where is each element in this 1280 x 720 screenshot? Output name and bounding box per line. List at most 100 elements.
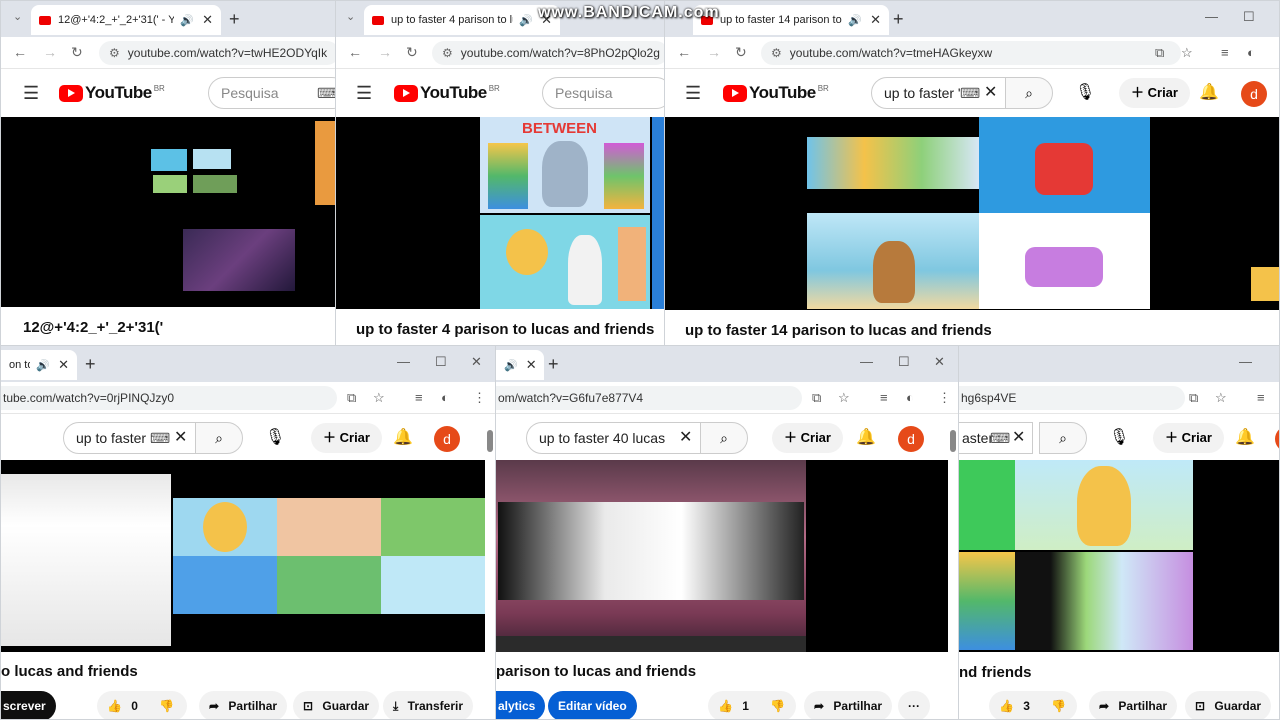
video-player[interactable] bbox=[1, 117, 335, 307]
minimize-button[interactable]: — bbox=[397, 354, 410, 369]
url-field[interactable]: tube.com/watch?v=0rjPINQJzy0 bbox=[1, 386, 337, 410]
new-tab-button[interactable]: + bbox=[229, 9, 240, 30]
close-tab-icon[interactable]: ✕ bbox=[58, 357, 69, 373]
create-button[interactable]: ＋ Criar bbox=[772, 423, 843, 453]
speaker-icon[interactable]: 🔊 bbox=[519, 14, 533, 27]
url-field[interactable]: hg6sp4VE bbox=[959, 386, 1185, 410]
url-field[interactable]: ⚙ youtube.com/watch?v=tmeHAGkeyxw bbox=[761, 41, 1181, 65]
menu-icon[interactable]: ☰ bbox=[685, 83, 701, 104]
maximize-button[interactable]: ☐ bbox=[435, 354, 447, 370]
download-button[interactable]: ⤓ Transferir bbox=[383, 691, 474, 719]
new-tab-button[interactable]: + bbox=[893, 9, 904, 30]
keyboard-icon[interactable]: ⌨ bbox=[960, 78, 980, 108]
browser-tab[interactable]: up to faster 14 parison to lu 🔊 ✕ bbox=[693, 5, 889, 35]
clear-search-icon[interactable]: ✕ bbox=[984, 78, 997, 108]
new-tab-button[interactable]: + bbox=[85, 354, 96, 375]
minimize-button[interactable]: — bbox=[860, 354, 873, 369]
url-field[interactable]: ⚙ youtube.com/watch?v=8PhO2pQlo2g bbox=[432, 41, 664, 65]
like-button[interactable]: 👍 0 👎 bbox=[97, 691, 187, 719]
video-player[interactable] bbox=[665, 117, 1279, 310]
browser-tab[interactable]: on to lu 🔊 ✕ bbox=[1, 350, 77, 380]
youtube-logo[interactable]: YouTube BR bbox=[723, 83, 829, 103]
youtube-logo[interactable]: YouTube BR bbox=[394, 83, 500, 103]
media-controls-icon[interactable]: ≡ bbox=[415, 390, 423, 405]
thumbs-down-icon[interactable]: 👎 bbox=[159, 699, 174, 713]
close-tab-icon[interactable]: ✕ bbox=[526, 357, 537, 373]
share-button[interactable]: ➦ Partilhar bbox=[1089, 691, 1178, 719]
close-tab-icon[interactable]: ✕ bbox=[202, 12, 213, 28]
more-menu-icon[interactable]: ⋮ bbox=[473, 390, 486, 406]
install-app-icon[interactable]: ⧉ bbox=[1155, 45, 1164, 61]
scrollbar[interactable] bbox=[950, 430, 956, 452]
browser-tab[interactable]: 🔊 ✕ bbox=[496, 350, 544, 380]
back-icon[interactable]: ← bbox=[677, 44, 691, 60]
speaker-icon[interactable]: 🔊 bbox=[36, 359, 50, 372]
forward-icon[interactable]: → bbox=[378, 44, 392, 60]
bookmark-star-icon[interactable]: ☆ bbox=[1181, 45, 1193, 61]
scrollbar[interactable] bbox=[487, 430, 493, 452]
media-controls-icon[interactable]: ≡ bbox=[1221, 45, 1229, 60]
microphone-icon[interactable]: 🎙 bbox=[265, 427, 285, 447]
bookmark-star-icon[interactable]: ☆ bbox=[838, 390, 850, 406]
back-icon[interactable]: ← bbox=[13, 44, 27, 60]
more-menu-icon[interactable]: ⋮ bbox=[938, 390, 951, 406]
menu-icon[interactable]: ☰ bbox=[23, 83, 39, 104]
close-tab-icon[interactable]: ✕ bbox=[870, 12, 881, 28]
install-app-icon[interactable]: ⧉ bbox=[1189, 390, 1198, 406]
clear-search-icon[interactable]: ✕ bbox=[174, 423, 187, 453]
share-button[interactable]: ➦ Partilhar bbox=[804, 691, 893, 719]
site-info-icon[interactable]: ⚙ bbox=[771, 46, 782, 60]
tab-list-chevron-icon[interactable]: ⌄ bbox=[13, 10, 22, 23]
maximize-button[interactable]: ☐ bbox=[1243, 9, 1255, 25]
avatar[interactable]: d bbox=[1241, 81, 1267, 107]
save-button[interactable]: ⊡ Guardar bbox=[1185, 691, 1272, 719]
speaker-icon[interactable]: 🔊 bbox=[848, 14, 862, 27]
clear-search-icon[interactable]: ✕ bbox=[1012, 423, 1025, 453]
search-button[interactable]: ⌕ bbox=[195, 422, 243, 454]
profile-icon[interactable]: ◐ bbox=[1247, 45, 1255, 60]
close-window-button[interactable]: ✕ bbox=[934, 354, 945, 370]
subscribe-button[interactable]: screver bbox=[1, 691, 56, 719]
search-input[interactable]: up to faster : ⌨ ✕ bbox=[63, 422, 197, 454]
url-field[interactable]: om/watch?v=G6fu7e877V4 bbox=[496, 386, 802, 410]
search-input[interactable]: up to faster ' ⌨ ✕ bbox=[871, 77, 1007, 109]
create-button[interactable]: ＋ Criar bbox=[311, 423, 382, 453]
forward-icon[interactable]: → bbox=[43, 44, 57, 60]
reload-icon[interactable]: ↻ bbox=[406, 44, 418, 61]
avatar[interactable]: d bbox=[434, 426, 460, 452]
microphone-icon[interactable]: 🎙 bbox=[1075, 82, 1095, 102]
speaker-icon[interactable]: 🔊 bbox=[504, 359, 518, 372]
notifications-bell-icon[interactable]: 🔔 bbox=[393, 427, 413, 447]
speaker-icon[interactable]: 🔊 bbox=[180, 14, 194, 27]
media-controls-icon[interactable]: ≡ bbox=[880, 390, 888, 405]
new-tab-button[interactable]: + bbox=[548, 354, 559, 375]
thumbs-down-icon[interactable]: 👎 bbox=[770, 699, 785, 713]
video-player[interactable]: BETWEEN bbox=[336, 117, 664, 309]
microphone-icon[interactable]: 🎙 bbox=[1109, 427, 1129, 447]
keyboard-icon[interactable]: ⌨ bbox=[150, 423, 170, 453]
create-button[interactable]: ＋ Criar bbox=[1153, 423, 1224, 453]
minimize-button[interactable]: — bbox=[1239, 354, 1252, 369]
like-button[interactable]: 👍 3 👎 bbox=[989, 691, 1077, 719]
bookmark-star-icon[interactable]: ☆ bbox=[373, 390, 385, 406]
site-info-icon[interactable]: ⚙ bbox=[442, 46, 453, 60]
reload-icon[interactable]: ↻ bbox=[71, 44, 83, 61]
notifications-bell-icon[interactable]: 🔔 bbox=[1199, 82, 1219, 102]
save-button[interactable]: ⊡ Guardar bbox=[293, 691, 380, 719]
more-actions-button[interactable]: ··· bbox=[898, 691, 930, 719]
browser-tab[interactable]: 12@+'4:2_+'_2+'31(' - YouTu 🔊 ✕ bbox=[31, 5, 221, 35]
create-button[interactable]: ＋ Criar bbox=[1119, 78, 1190, 108]
profile-icon[interactable]: ◐ bbox=[906, 390, 914, 405]
install-app-icon[interactable]: ⧉ bbox=[812, 390, 821, 406]
site-info-icon[interactable]: ⚙ bbox=[109, 46, 120, 60]
forward-icon[interactable]: → bbox=[707, 44, 721, 60]
video-player[interactable] bbox=[959, 460, 1279, 652]
thumbs-down-icon[interactable]: 👎 bbox=[1051, 699, 1066, 713]
url-field[interactable]: ⚙ youtube.com/watch?v=twHE2ODYqIk bbox=[99, 41, 335, 65]
search-button[interactable]: ⌕ bbox=[1005, 77, 1053, 109]
browser-tab[interactable]: up to faster 4 parison to luc 🔊 ✕ bbox=[364, 5, 560, 35]
profile-icon[interactable]: ◐ bbox=[441, 390, 449, 405]
like-button[interactable]: 👍 1 👎 bbox=[708, 691, 796, 719]
avatar[interactable]: d bbox=[898, 426, 924, 452]
reload-icon[interactable]: ↻ bbox=[735, 44, 747, 61]
